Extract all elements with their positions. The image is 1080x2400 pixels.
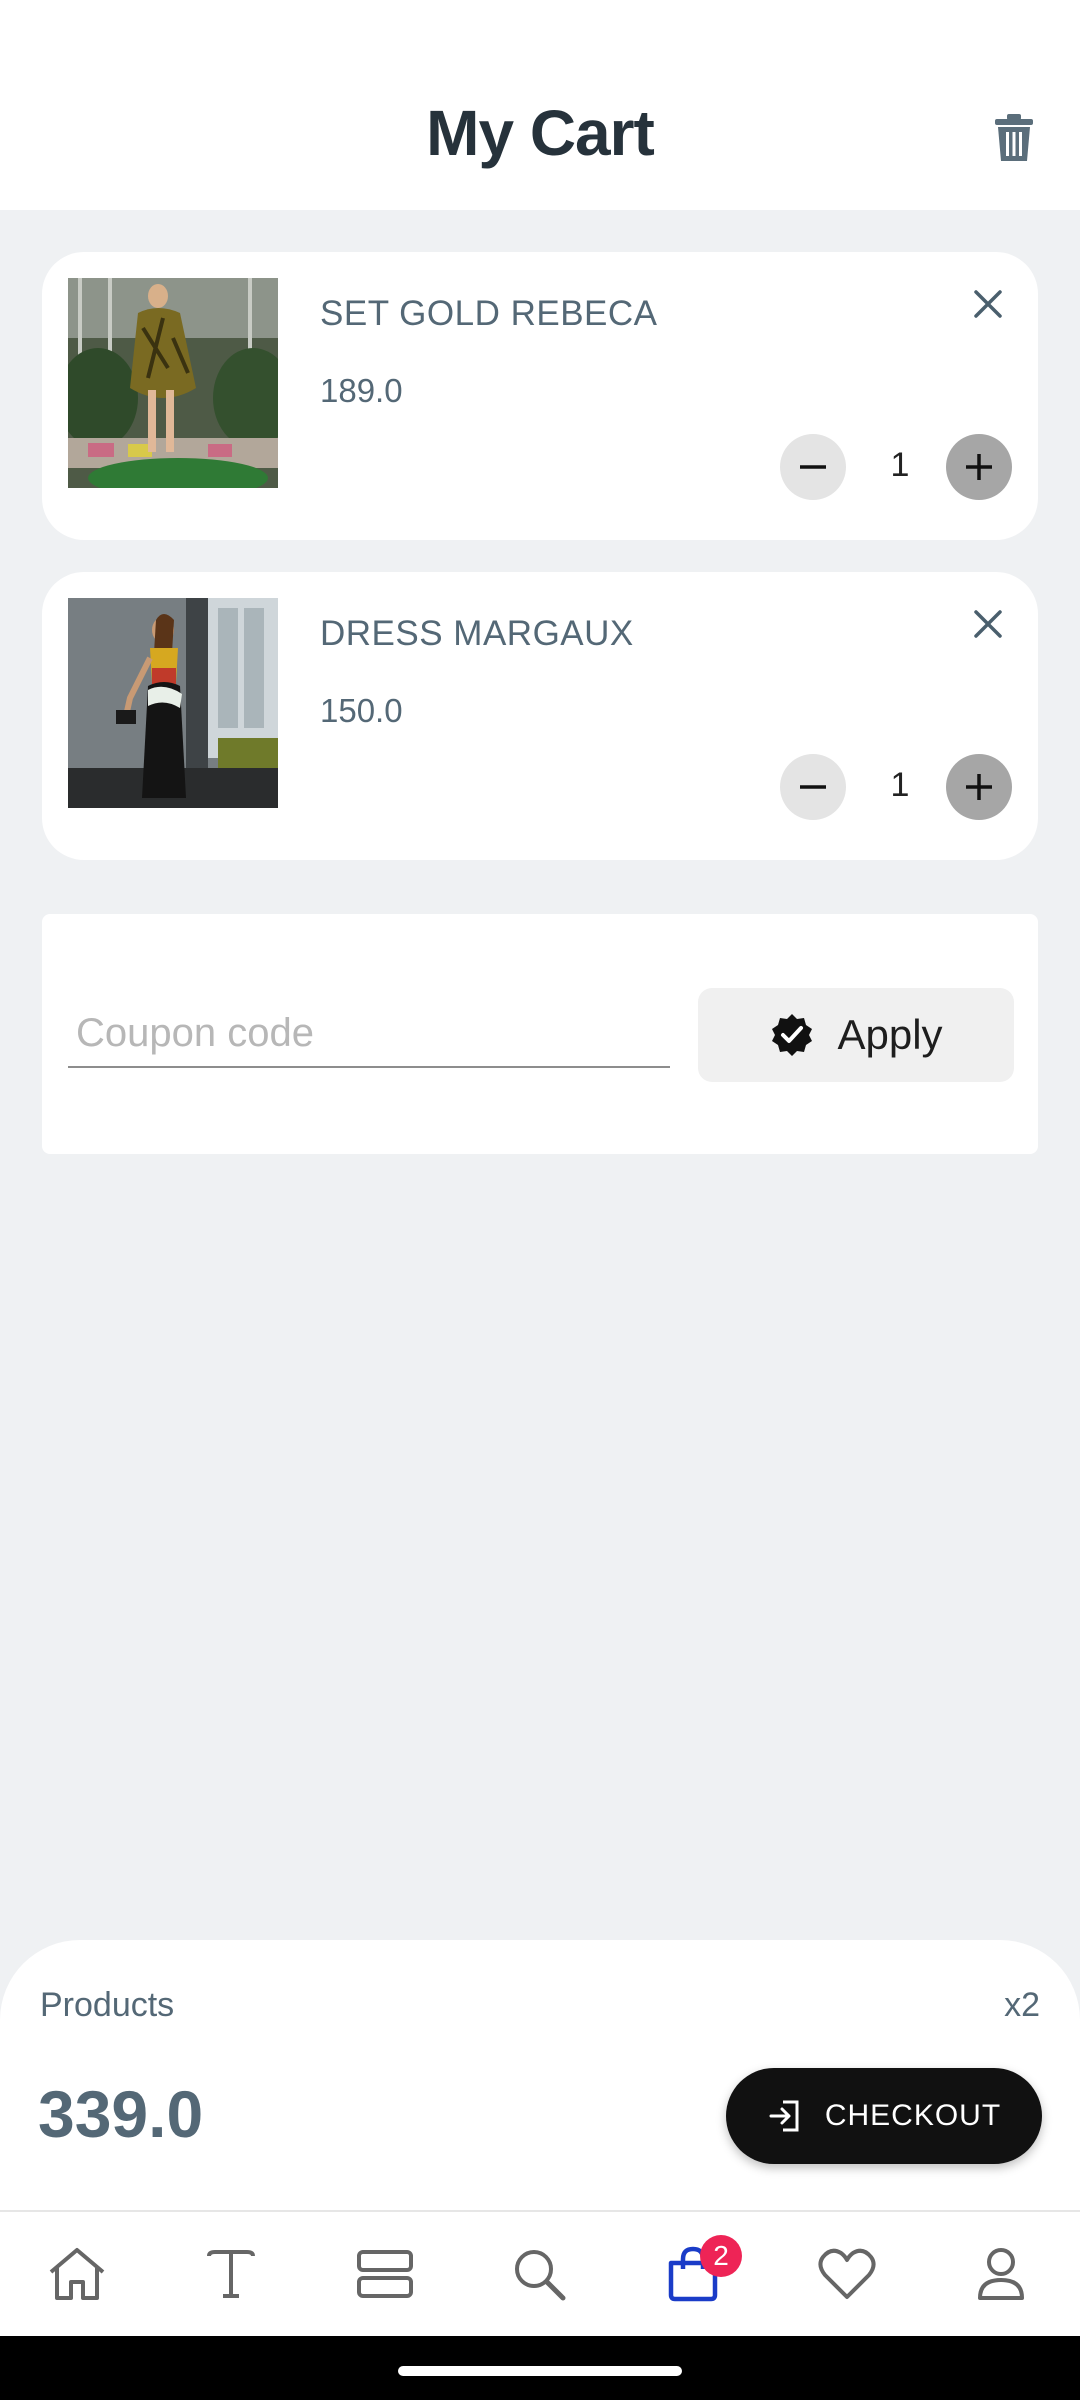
close-icon[interactable] <box>966 602 1010 646</box>
search-icon <box>515 2250 566 2301</box>
coupon-input[interactable] <box>68 1000 670 1068</box>
apply-coupon-button[interactable]: Apply <box>698 988 1014 1082</box>
layers-icon <box>357 2250 413 2298</box>
nav-cart[interactable]: 2 <box>616 2211 770 2337</box>
home-gesture-handle[interactable] <box>398 2366 682 2376</box>
total-price: 339.0 <box>38 2077 204 2151</box>
plus-icon <box>966 454 992 480</box>
product-price: 189.0 <box>320 372 403 409</box>
app-header: My Cart <box>0 0 1080 210</box>
cart-badge: 2 <box>700 2235 742 2277</box>
verified-badge-icon <box>772 1014 813 1056</box>
decrease-quantity-button[interactable] <box>780 754 846 820</box>
checkout-label: CHECKOUT <box>824 2099 1002 2132</box>
minus-icon <box>800 785 826 789</box>
nav-profile[interactable] <box>924 2211 1078 2337</box>
trash-icon[interactable] <box>986 108 1042 168</box>
nav-wishlist[interactable] <box>770 2211 924 2337</box>
nav-search[interactable] <box>462 2211 616 2337</box>
login-icon <box>769 2100 799 2132</box>
page-title: My Cart <box>426 97 655 169</box>
bottom-navigation: 2 <box>0 2210 1080 2336</box>
nav-text[interactable] <box>154 2211 308 2337</box>
product-name[interactable]: SET GOLD REBECA <box>320 294 658 334</box>
text-icon <box>207 2250 255 2298</box>
cart-item-card: DRESS MARGAUX 150.0 1 <box>42 572 1038 860</box>
nav-home[interactable] <box>0 2211 154 2337</box>
products-label: Products <box>40 1986 175 2024</box>
decrease-quantity-button[interactable] <box>780 434 846 500</box>
plus-icon <box>966 774 992 800</box>
apply-label: Apply <box>837 1011 943 1058</box>
coupon-panel: Apply <box>42 914 1038 1154</box>
product-image[interactable] <box>68 278 278 488</box>
system-navigation-bar <box>0 2336 1080 2400</box>
increase-quantity-button[interactable] <box>946 434 1012 500</box>
product-name[interactable]: DRESS MARGAUX <box>320 614 634 654</box>
quantity-value: 1 <box>890 766 910 804</box>
minus-icon <box>800 465 826 469</box>
nav-layers[interactable] <box>308 2211 462 2337</box>
increase-quantity-button[interactable] <box>946 754 1012 820</box>
product-image[interactable] <box>68 598 278 808</box>
profile-icon <box>978 2248 1024 2300</box>
product-price: 150.0 <box>320 692 403 729</box>
close-icon[interactable] <box>966 282 1010 326</box>
checkout-button[interactable]: CHECKOUT <box>726 2068 1042 2164</box>
quantity-value: 1 <box>890 446 910 484</box>
order-summary: Products x2 339.0 CHECKOUT <box>0 1940 1080 2210</box>
products-count: x2 <box>1004 1986 1040 2024</box>
cart-item-card: SET GOLD REBECA 189.0 1 <box>42 252 1038 540</box>
home-icon <box>49 2248 105 2300</box>
heart-icon <box>818 2248 876 2299</box>
